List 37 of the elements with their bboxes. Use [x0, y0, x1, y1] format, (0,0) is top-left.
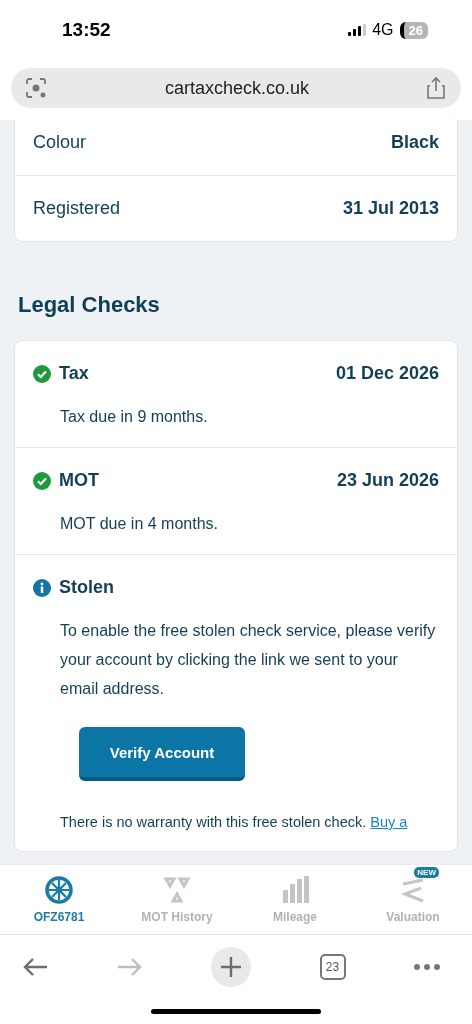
battery-level: 26	[399, 21, 428, 39]
verify-account-button[interactable]: Verify Account	[79, 727, 245, 781]
share-icon[interactable]	[427, 77, 445, 99]
check-note: Tax due in 9 months.	[60, 407, 209, 427]
check-note: To enable the free stolen check service, please verify your account by clicking the link we sent to your email address.	[60, 621, 437, 699]
network-label: 4G	[372, 21, 394, 39]
url-text: cartaxcheck.co.uk	[164, 77, 310, 99]
detail-value: Black	[390, 131, 439, 153]
check-date: 01 Dec 2026	[335, 363, 439, 384]
disclaimer-text: There is no warranty with this free stolen check. Buy a	[60, 813, 409, 832]
section-heading: Legal Checks	[17, 291, 161, 319]
buy-full-check-link[interactable]: Buy a	[370, 814, 408, 830]
signal-icon	[348, 24, 367, 36]
check-icon	[33, 364, 51, 383]
back-icon[interactable]	[22, 957, 48, 977]
wheel-icon	[45, 875, 73, 904]
new-badge: NEW	[414, 866, 439, 878]
check-note: MOT due in 4 months.	[60, 514, 219, 534]
triangles-icon	[163, 875, 191, 904]
detail-label: Registered	[33, 198, 121, 219]
check-icon	[33, 471, 51, 490]
add-tab-icon[interactable]	[211, 947, 251, 987]
lens-icon	[25, 77, 47, 99]
more-icon[interactable]	[414, 964, 440, 970]
check-title: Stolen	[59, 577, 114, 598]
tab-item[interactable]: NEW Valuation	[354, 865, 472, 934]
check-date: 23 Jun 2026	[336, 470, 439, 491]
clock-time: 13:52	[62, 19, 111, 41]
bar-chart-icon	[281, 875, 309, 904]
detail-label: Colour	[33, 131, 87, 153]
check-title: MOT	[59, 470, 99, 491]
address-bar[interactable]: cartaxcheck.co.uk	[11, 68, 461, 108]
check-title: Tax	[59, 363, 89, 384]
info-icon	[33, 578, 51, 597]
tab-item[interactable]: OFZ6781	[0, 865, 118, 934]
detail-value: 31 Jul 2013	[342, 198, 439, 219]
tab-count-button[interactable]: 23	[319, 954, 346, 980]
